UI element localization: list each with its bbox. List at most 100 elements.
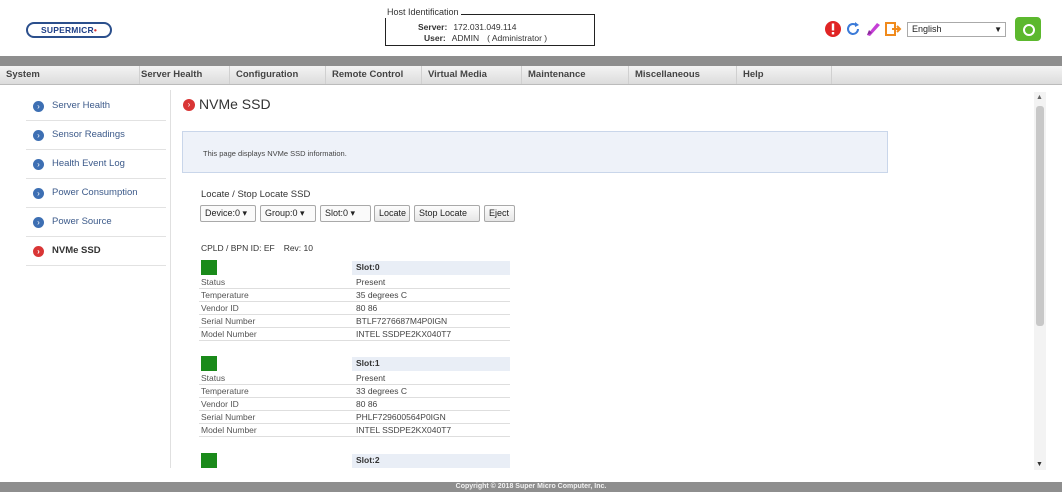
host-identification: Host Identification Server: 172.031.049.1… [385,6,595,46]
language-go-button[interactable] [1015,17,1041,41]
table-row: Serial Number PHLF729600564P0IGN [199,411,510,424]
nav-help[interactable]: Help [737,66,832,84]
power-icon [1023,24,1035,36]
slot-header: Slot:2 [199,453,510,469]
table-row: Vendor ID 80 86 [199,398,510,411]
locate-section-title: Locate / Stop Locate SSD [201,189,311,200]
sidebar-item-server-health[interactable]: › Server Health [26,92,166,121]
field-value: BTLF7276687M4P0IGN [356,316,448,326]
device-select-value: Device:0 [205,208,241,218]
sidebar-item-nvme-ssd[interactable]: › NVMe SSD [26,237,166,266]
sidebar-divider [170,90,171,468]
table-row: Status Present [199,372,510,385]
field-value: 35 degrees C [356,290,408,300]
page-scrollbar[interactable]: ▲ ▼ [1034,92,1046,470]
cpld-label: CPLD / BPN ID: EF [201,243,275,253]
sidebar-item-label: Power Source [52,216,112,227]
arrow-circle-icon: › [33,130,44,141]
field-value: 33 degrees C [356,386,408,396]
slot-select-value: Slot:0 [325,208,349,218]
slot-status-marker[interactable] [201,260,217,275]
language-selected-value: English [912,24,942,34]
rev-label: Rev: 10 [283,243,313,253]
server-label: Server: [418,22,448,32]
device-select[interactable]: Device:0 ▾ [200,205,256,222]
slot-table: Slot:1 Status Present Temperature 33 degre… [199,356,510,437]
slot-name: Slot:1 [356,358,380,368]
scroll-up-icon[interactable]: ▲ [1036,94,1043,101]
cpld-info: CPLD / BPN ID: EF Rev: 10 [201,243,313,253]
pen-icon[interactable] [864,20,882,38]
scrollbar-thumb[interactable] [1036,106,1044,326]
eject-button[interactable]: Eject [484,205,515,222]
arrow-circle-icon: › [33,246,44,257]
field-label: Model Number [201,329,257,339]
field-label: Vendor ID [201,303,239,313]
nav-configuration[interactable]: Configuration [230,66,326,84]
table-row: Vendor ID 80 86 [199,302,510,315]
table-row: Temperature 35 degrees C [199,289,510,302]
nav-remote-control[interactable]: Remote Control [326,66,422,84]
field-value: 80 86 [356,303,378,313]
field-value: PHLF729600564P0IGN [356,412,446,422]
scroll-down-icon[interactable]: ▼ [1036,461,1043,468]
nav-system[interactable]: System [0,66,140,84]
field-label: Model Number [201,425,257,435]
header-dark-bar [0,56,1062,66]
header: SUPERMICR• Host Identification Server: 17… [0,0,1062,56]
field-label: Temperature [201,386,249,396]
group-select[interactable]: Group:0 ▾ [260,205,316,222]
field-label: Status [201,277,226,287]
info-box: This page displays NVMe SSD information. [182,131,888,173]
footer: Copyright © 2018 Super Micro Computer, I… [0,482,1062,492]
field-label: Serial Number [201,412,256,422]
table-row: Model Number INTEL SSDPE2KX040T7 [199,424,510,437]
user-role: ( Administrator ) [487,33,548,43]
nav-virtual-media[interactable]: Virtual Media [422,66,522,84]
chevron-down-icon: ▼ [994,25,1002,34]
nav-maintenance[interactable]: Maintenance [522,66,629,84]
locate-button[interactable]: Locate [374,205,410,222]
language-select[interactable]: English ▼ [907,22,1006,37]
host-user-row: User: ADMIN ( Administrator ) [424,33,547,44]
sidebar-item-power-consumption[interactable]: › Power Consumption [26,179,166,208]
field-value: 80 86 [356,399,378,409]
slot-name: Slot:0 [356,262,380,272]
user-label: User: [424,33,446,43]
sidebar: › Server Health › Sensor Readings › Heal… [26,92,166,266]
sidebar-item-health-event-log[interactable]: › Health Event Log [26,150,166,179]
slot-status-marker[interactable] [201,356,217,371]
slot-status-marker[interactable] [201,453,217,468]
sidebar-item-label: Sensor Readings [52,129,125,140]
sidebar-item-power-source[interactable]: › Power Source [26,208,166,237]
alert-icon[interactable] [824,20,842,38]
slot-select[interactable]: Slot:0 ▾ [320,205,371,222]
main-nav: System Server Health Configuration Remot… [0,66,1062,85]
page-title: NVMe SSD [199,96,271,112]
server-value: 172.031.049.114 [453,22,517,32]
stop-locate-button[interactable]: Stop Locate [414,205,480,222]
sidebar-item-label: Server Health [52,100,111,111]
sidebar-item-label: NVMe SSD [52,245,101,256]
info-text: This page displays NVMe SSD information. [203,149,347,158]
arrow-circle-icon: › [183,99,195,111]
sidebar-item-sensor-readings[interactable]: › Sensor Readings [26,121,166,150]
field-value: INTEL SSDPE2KX040T7 [356,425,452,435]
sidebar-item-label: Power Consumption [52,187,138,198]
field-value: Present [356,373,386,383]
group-select-value: Group:0 [265,208,298,218]
arrow-circle-icon: › [33,217,44,228]
logout-icon[interactable] [884,20,902,38]
slot-header: Slot:0 [199,260,510,276]
user-value: ADMIN [451,33,480,43]
table-row: Model Number INTEL SSDPE2KX040T7 [199,328,510,341]
nav-miscellaneous[interactable]: Miscellaneous [629,66,737,84]
refresh-icon[interactable] [844,20,862,38]
chevron-down-icon: ▾ [242,208,248,218]
slot-table: Slot:2 [199,453,510,470]
field-label: Status [201,373,226,383]
field-label: Serial Number [201,316,256,326]
field-value: Present [356,277,386,287]
supermicro-logo[interactable]: SUPERMICR• [26,22,112,38]
nav-server-health[interactable]: Server Health [135,66,230,84]
